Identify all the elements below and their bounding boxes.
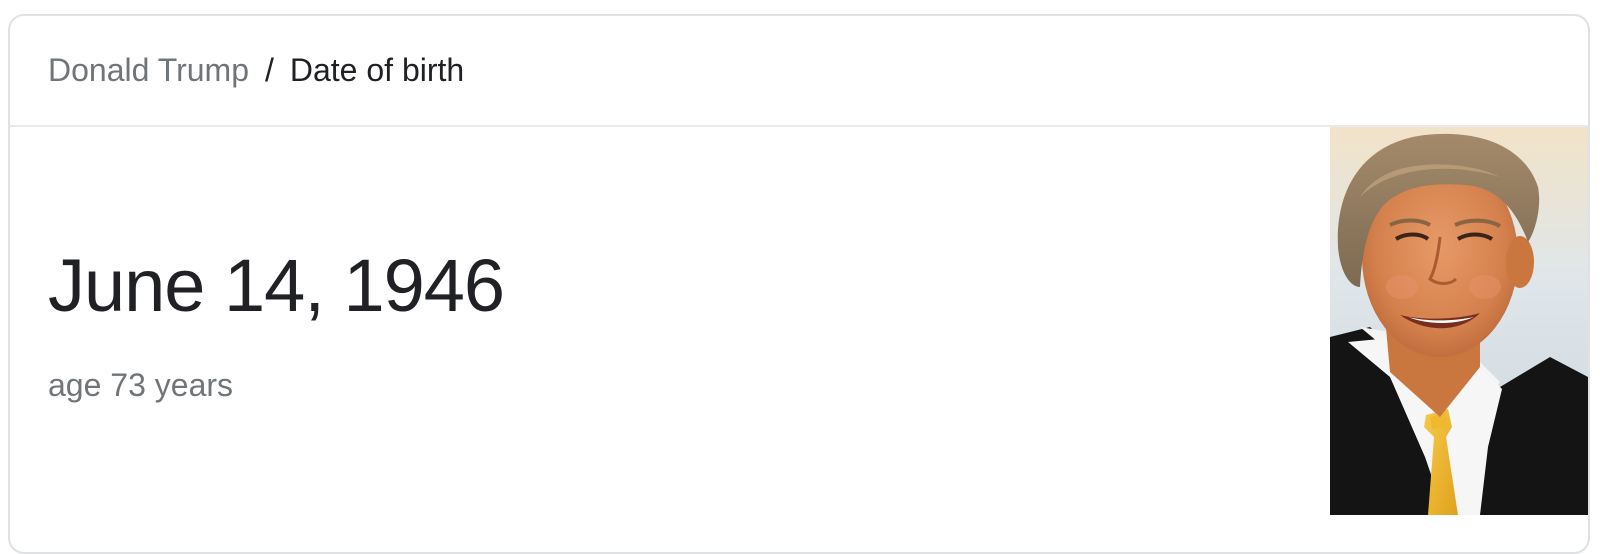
answer-value: June 14, 1946 — [48, 244, 505, 327]
breadcrumb-parent-link[interactable]: Donald Trump — [48, 52, 249, 89]
knowledge-card: Donald Trump / Date of birth June 14, 19… — [8, 14, 1590, 554]
answer-section: June 14, 1946 age 73 years — [48, 127, 1318, 552]
breadcrumb-current: Date of birth — [289, 52, 465, 88]
breadcrumb: Donald Trump / Date of birth — [10, 16, 1588, 127]
portrait-photo[interactable] — [1330, 127, 1588, 515]
breadcrumb-separator: / — [264, 52, 274, 88]
answer-subtitle: age 73 years — [48, 367, 234, 403]
